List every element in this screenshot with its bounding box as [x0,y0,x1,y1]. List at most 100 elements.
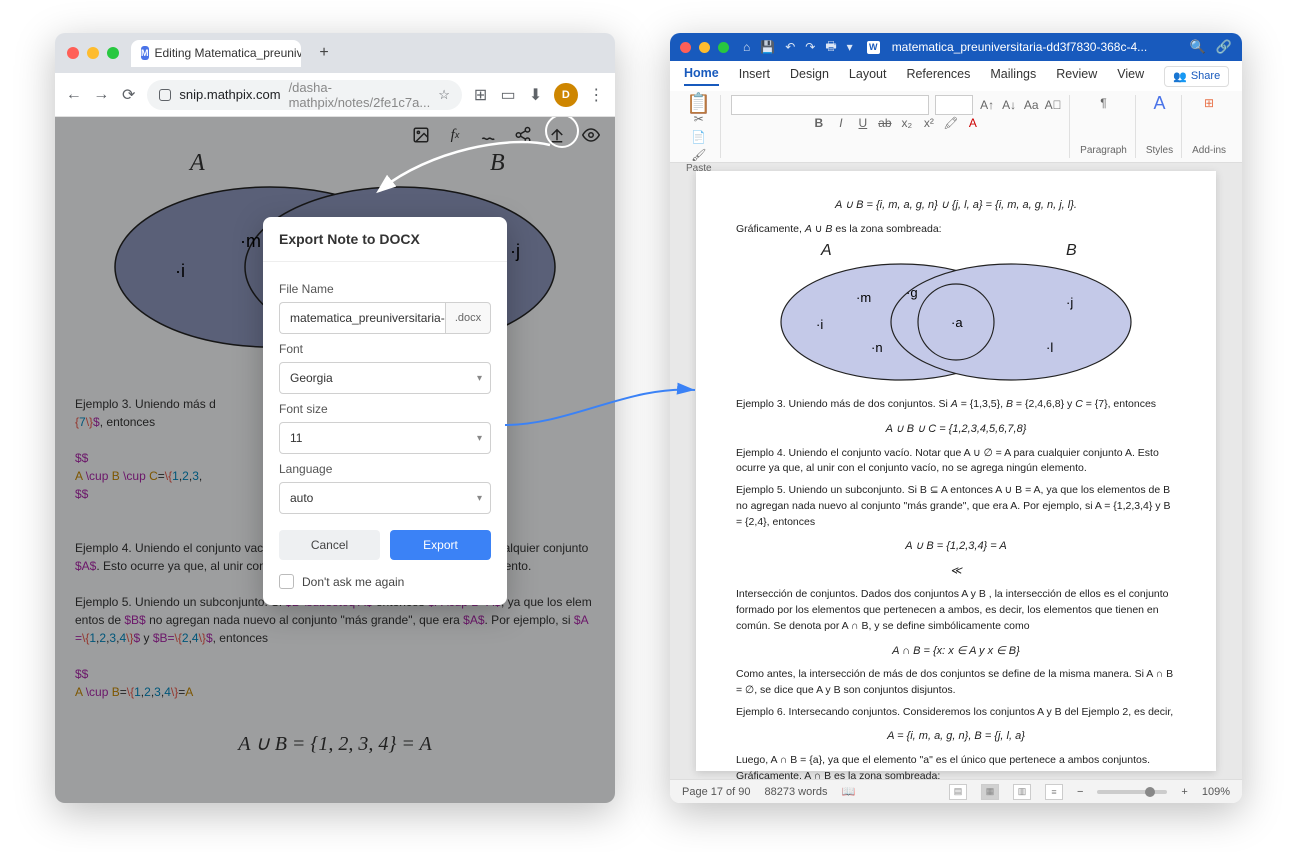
format-painter-icon[interactable]: 🖌 [691,147,707,163]
favicon: M [141,46,149,60]
site-info-icon[interactable] [159,89,171,101]
svg-text:·a: ·a [951,315,963,330]
svg-text:·i: ·i [816,317,823,332]
print-view-icon[interactable]: ▦ [981,784,999,800]
strike-icon[interactable]: ab [877,115,893,131]
ribbon: 📋 ✂ 📄 🖌 Paste A↑ A↓ Aa A⃠ B I U ab [670,91,1242,163]
url-path: /dasha-mathpix/notes/2fe1c7a... [289,80,431,110]
zoom-in-icon[interactable]: + [1181,786,1187,798]
close-dot[interactable] [67,47,79,59]
paragraph: Ejemplo 4. Uniendo el conjunto vacío. No… [736,446,1176,478]
forward-icon[interactable]: → [92,86,109,104]
underline-icon[interactable]: U [855,115,871,131]
export-button[interactable]: Export [390,530,491,560]
profile-avatar[interactable]: D [554,83,577,107]
clear-format-icon[interactable]: A⃠ [1045,97,1061,113]
reload-icon[interactable]: ⟳ [120,85,137,105]
more-icon[interactable]: ▾ [847,40,853,54]
tab-references[interactable]: References [906,67,970,85]
svg-text:·g: ·g [906,285,918,300]
font-label: Font [279,342,491,356]
minimize-dot[interactable] [699,42,710,53]
file-name-input[interactable]: matematica_preuniversitaria-dd... [279,302,445,334]
cut-icon[interactable]: ✂ [691,111,707,127]
browser-window: M Editing Matematica_preunive × + ← → ⟳ … [55,33,615,803]
tab-review[interactable]: Review [1056,67,1097,85]
cancel-button[interactable]: Cancel [279,530,380,560]
paste-icon[interactable]: 📋 [691,95,707,111]
paragraph: Ejemplo 6. Intersecando conjuntos. Consi… [736,705,1176,721]
print-icon[interactable]: 🖶 [825,37,836,58]
search-icon[interactable]: 🔍 [1190,39,1206,55]
redo-icon[interactable]: ↷ [805,40,815,54]
paragraph: Luego, A ∩ B = {a}, ya que el elemento "… [736,753,1176,779]
word-count[interactable]: 88273 words [765,786,828,798]
bold-icon[interactable]: B [811,115,827,131]
maximize-dot[interactable] [718,42,729,53]
superscript-icon[interactable]: x² [921,115,937,131]
tab-layout[interactable]: Layout [849,67,887,85]
address-bar[interactable]: snip.mathpix.com/dasha-mathpix/notes/2fe… [147,80,461,110]
paragraph-icon[interactable]: ¶ [1096,95,1112,111]
font-select[interactable]: Georgia▾ [279,362,491,394]
maximize-dot[interactable] [107,47,119,59]
change-case-icon[interactable]: Aa [1023,97,1039,113]
subscript-icon[interactable]: x₂ [899,115,915,131]
web-view-icon[interactable]: ▥ [1013,784,1031,800]
spellcheck-icon[interactable]: 📖 [842,785,856,798]
new-tab-button[interactable]: + [313,42,335,64]
browser-tab[interactable]: M Editing Matematica_preunive × [131,40,301,67]
ribbon-group-addins: ⊞ Add-ins [1184,95,1234,158]
back-icon[interactable]: ← [65,86,82,104]
browser-tabstrip: M Editing Matematica_preunive × + [55,33,615,73]
ribbon-group-styles: A Styles [1138,95,1182,158]
tab-mailings[interactable]: Mailings [990,67,1036,85]
document-area[interactable]: A ∪ B = {i, m, a, g, n} ∪ {j, l, a} = {i… [670,163,1242,779]
minimize-dot[interactable] [87,47,99,59]
paragraph: Ejemplo 3. Uniendo más de dos conjuntos.… [736,397,1176,413]
styles-icon[interactable]: A [1151,95,1167,111]
url-host: snip.mathpix.com [179,87,280,102]
word-titlebar: ⌂ 💾 ↶ ↷ 🖶 ▾ W matematica_preuniversitari… [670,33,1242,61]
equation: A ∪ B = {i, m, a, g, n} ∪ {j, l, a} = {i… [736,197,1176,214]
grow-font-icon[interactable]: A↑ [979,97,995,113]
window-controls [680,42,729,53]
export-modal: Export Note to DOCX File Name matematica… [263,217,507,605]
zoom-level[interactable]: 109% [1202,786,1230,798]
italic-icon[interactable]: I [833,115,849,131]
shrink-font-icon[interactable]: A↓ [1001,97,1017,113]
download-icon[interactable]: ⬇ [527,85,544,105]
addins-icon[interactable]: ⊞ [1201,95,1217,111]
tab-home[interactable]: Home [684,66,719,86]
tab-design[interactable]: Design [790,67,829,85]
home-icon[interactable]: ⌂ [743,40,750,54]
paragraph: Gráficamente, A ∪ B es la zona sombreada… [736,222,1176,238]
tab-view[interactable]: View [1117,67,1144,85]
paragraph: Como antes, la intersección de más de do… [736,667,1176,699]
language-select[interactable]: auto▾ [279,482,491,514]
copy-icon[interactable]: 📄 [691,129,707,145]
bookmark-icon[interactable]: ☆ [438,87,450,103]
tab-insert[interactable]: Insert [739,67,770,85]
save-icon[interactable]: 💾 [760,40,775,54]
window-controls [67,47,119,59]
share-button[interactable]: 👥 Share [1164,66,1229,87]
outline-view-icon[interactable]: ≡ [1045,784,1063,800]
focus-view-icon[interactable]: ▤ [949,784,967,800]
close-dot[interactable] [680,42,691,53]
page-indicator[interactable]: Page 17 of 90 [682,786,751,798]
font-family-select[interactable] [731,95,930,115]
extensions-icon[interactable]: ⊞ [472,85,489,105]
font-size-select[interactable] [935,95,973,115]
cast-icon[interactable]: ▭ [499,85,516,105]
font-size-select[interactable]: 11▾ [279,422,491,454]
zoom-slider[interactable] [1097,790,1167,794]
undo-icon[interactable]: ↶ [785,40,795,54]
font-color-icon[interactable]: A [965,115,981,131]
link-icon[interactable]: 🔗 [1216,39,1232,55]
dont-ask-checkbox[interactable] [279,574,294,589]
ribbon-tabs: Home Insert Design Layout References Mai… [670,61,1242,91]
menu-icon[interactable]: ⋮ [588,85,605,105]
zoom-out-icon[interactable]: − [1077,786,1083,798]
highlight-icon[interactable]: 🖍 [943,115,959,131]
